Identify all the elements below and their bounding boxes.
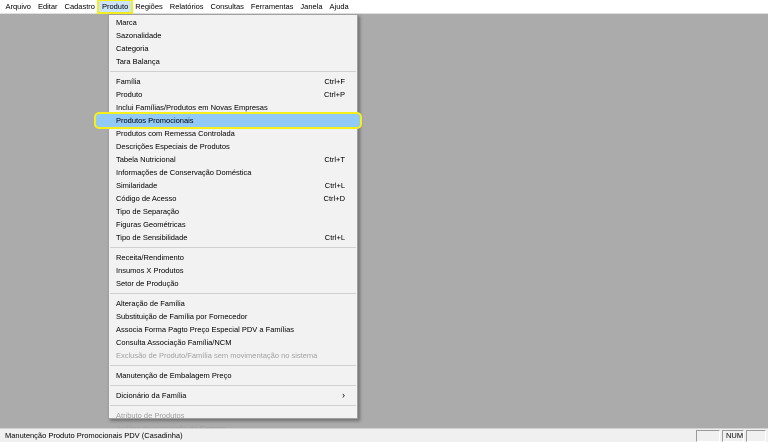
menu-item-label: Setor de Produção	[116, 279, 179, 288]
menu-item-tipo-de-separacao[interactable]: Tipo de Separação	[109, 205, 357, 218]
menu-item-consulta-associacao-familia-ncm[interactable]: Consulta Associação Família/NCM	[109, 336, 357, 349]
submenu-arrow-icon: ›	[342, 390, 345, 400]
menu-item-marca[interactable]: Marca	[109, 16, 357, 29]
menu-produto[interactable]: Produto	[97, 0, 133, 14]
menu-item-shortcut: Ctrl+L	[324, 233, 345, 242]
produto-dropdown-menu: Marca Sazonalidade Categoria Tara Balança Fa…	[94, 14, 362, 433]
menu-item-similaridade[interactable]: Similaridade Ctrl+L	[109, 179, 357, 192]
menu-item-label: Insumos X Produtos	[116, 266, 184, 275]
status-cell-blank-2	[746, 429, 766, 442]
menu-item-shortcut: Ctrl+P	[323, 90, 345, 99]
menu-item-tabela-nutricional[interactable]: Tabela Nutricional Ctrl+T	[109, 153, 357, 166]
menu-item-produtos-com-remessa-controlada[interactable]: Produtos com Remessa Controlada	[109, 127, 357, 140]
menu-item-shortcut: Ctrl+D	[323, 194, 345, 203]
menu-item-exclusao-de-produto-familia-sem-movimentacao-no-sistema: Exclusão de Produto/Família sem moviment…	[109, 349, 357, 362]
menu-item-tipo-de-sensibilidade[interactable]: Tipo de Sensibilidade Ctrl+L	[109, 231, 357, 244]
menu-item-alteracao-de-familia[interactable]: Alteração de Família	[109, 297, 357, 310]
menu-item-shortcut: Ctrl+T	[324, 155, 345, 164]
menu-bar: Arquivo Editar Cadastro Produto Regiões Relat…	[0, 0, 768, 14]
menu-item-label: Código de Acesso	[116, 194, 177, 203]
menu-item-categoria[interactable]: Categoria	[109, 42, 357, 55]
menu-item-shortcut: Ctrl+L	[324, 181, 345, 190]
num-lock-indicator: NUM	[722, 429, 744, 442]
menu-item-label: Inclui Famílias/Produtos em Novas Empres…	[116, 103, 268, 112]
menu-item-sazonalidade[interactable]: Sazonalidade	[109, 29, 357, 42]
menu-separator	[110, 385, 356, 386]
menu-item-codigo-de-acesso[interactable]: Código de Acesso Ctrl+D	[109, 192, 357, 205]
menu-separator	[110, 405, 356, 406]
status-bar: Manutenção Produto Promocionais PDV (Cas…	[0, 428, 768, 442]
menu-separator	[110, 293, 356, 294]
menu-item-label: Substituição de Família por Fornecedor	[116, 312, 248, 321]
menu-separator	[110, 247, 356, 248]
menu-ajuda[interactable]: Ajuda	[326, 0, 352, 13]
menu-item-label: Descrições Especiais de Produtos	[116, 142, 230, 151]
menu-item-produtos-promocionais[interactable]: Produtos Promocionais	[94, 112, 362, 129]
menu-item-substituicao-de-familia-por-fornecedor[interactable]: Substituição de Família por Fornecedor	[109, 310, 357, 323]
menu-item-familia[interactable]: Família Ctrl+F	[109, 75, 357, 88]
menu-editar[interactable]: Editar	[34, 0, 61, 13]
menu-item-manutencao-de-embalagem-preco[interactable]: Manutenção de Embalagem Preço	[109, 369, 357, 382]
menu-arquivo[interactable]: Arquivo	[2, 0, 34, 13]
menu-ferramentas[interactable]: Ferramentas	[247, 0, 297, 13]
menu-item-label: Consulta Associação Família/NCM	[116, 338, 232, 347]
menu-item-shortcut: Ctrl+F	[324, 77, 345, 86]
menu-item-label: Tabela Nutricional	[116, 155, 176, 164]
menu-item-associa-forma-pagto-preco-especial-pdv-a-familias[interactable]: Associa Forma Pagto Preço Especial PDV a…	[109, 323, 357, 336]
menu-regioes[interactable]: Regiões	[132, 0, 167, 13]
menu-item-label: Manutenção de Embalagem Preço	[116, 371, 232, 380]
menu-item-label: Tipo de Sensibilidade	[116, 233, 188, 242]
menu-item-figuras-geometricas[interactable]: Figuras Geométricas	[109, 218, 357, 231]
menu-item-label: Atributo de Produtos	[116, 411, 185, 420]
menu-item-inclui-familias-produtos-em-novas-empresas[interactable]: Inclui Famílias/Produtos em Novas Empres…	[109, 101, 357, 114]
menu-item-label: Família	[116, 77, 141, 86]
menu-item-label: Similaridade	[116, 181, 158, 190]
menu-janela[interactable]: Janela	[297, 0, 326, 13]
menu-item-produto[interactable]: Produto Ctrl+P	[109, 88, 357, 101]
status-cell-blank	[696, 429, 720, 442]
menu-item-setor-de-producao[interactable]: Setor de Produção	[109, 277, 357, 290]
menu-item-label: Dicionário da Família	[116, 391, 187, 400]
menu-separator	[110, 71, 356, 72]
menu-item-label: Tara Balança	[116, 57, 160, 66]
menu-relatorios[interactable]: Relatórios	[166, 0, 207, 13]
menu-item-dicionario-da-familia[interactable]: Dicionário da Família ›	[109, 389, 357, 402]
menu-item-label: Produtos com Remessa Controlada	[116, 129, 235, 138]
menu-consultas[interactable]: Consultas	[207, 0, 247, 13]
menu-item-atributo-de-produtos: Atributo de Produtos	[109, 409, 357, 422]
menu-item-label: Marca	[116, 18, 137, 27]
menu-item-informacoes-de-conservacao-domestica[interactable]: Informações de Conservação Doméstica	[109, 166, 357, 179]
menu-item-insumos-x-produtos[interactable]: Insumos X Produtos	[109, 264, 357, 277]
menu-separator	[110, 365, 356, 366]
menu-item-label: Produtos Promocionais	[116, 116, 194, 125]
menu-item-label: Produto	[116, 90, 143, 99]
menu-item-receita-rendimento[interactable]: Receita/Rendimento	[109, 251, 357, 264]
menu-item-label: Sazonalidade	[116, 31, 162, 40]
menu-item-tara-balanca[interactable]: Tara Balança	[109, 55, 357, 68]
menu-item-descricoes-especiais-de-produtos[interactable]: Descrições Especiais de Produtos	[109, 140, 357, 153]
menu-item-label: Associa Forma Pagto Preço Especial PDV a…	[116, 325, 294, 334]
status-text: Manutenção Produto Promocionais PDV (Cas…	[5, 431, 183, 440]
menu-item-label: Exclusão de Produto/Família sem moviment…	[116, 351, 318, 360]
menu-item-label: Figuras Geométricas	[116, 220, 186, 229]
menu-cadastro[interactable]: Cadastro	[61, 0, 98, 13]
menu-item-label: Informações de Conservação Doméstica	[116, 168, 252, 177]
menu-item-label: Categoria	[116, 44, 149, 53]
menu-item-label: Receita/Rendimento	[116, 253, 184, 262]
menu-item-label: Tipo de Separação	[116, 207, 180, 216]
menu-item-label: Alteração de Família	[116, 299, 185, 308]
